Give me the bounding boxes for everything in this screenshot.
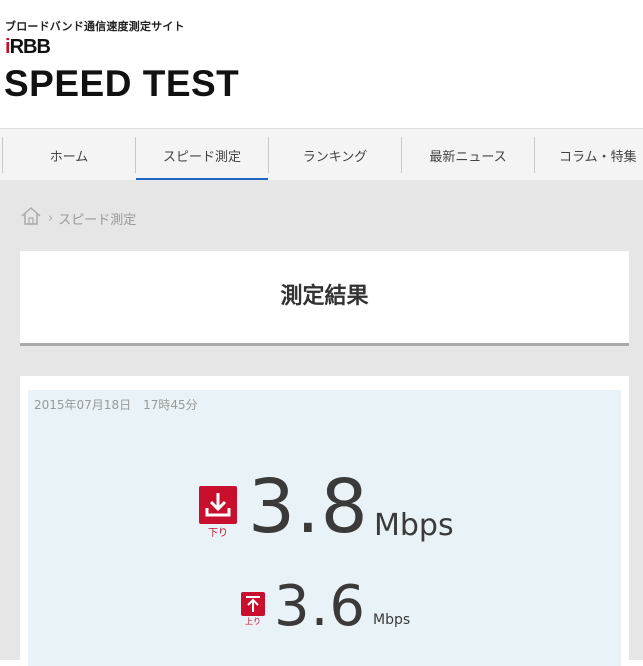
nav-item-home[interactable]: ホーム [3,129,135,181]
main-content: › スピード測定 測定結果 2015年07月18日 17時45分 下り 3.8 M [0,180,643,666]
upload-icon-label: 上り [245,617,261,626]
download-speed-unit: Mbps [374,508,454,543]
title-card: 測定結果 [20,251,629,346]
upload-speed-value: 3.6 [274,574,367,639]
download-result: 下り 3.8 Mbps [28,464,621,558]
breadcrumb-separator: › [48,210,54,226]
result-card: 2015年07月18日 17時45分 下り 3.8 Mbps 上り 3.6 Mb… [20,376,629,666]
breadcrumb: › スピード測定 [20,206,136,230]
rbb-logo[interactable]: iRBB [5,36,51,58]
download-speed-value: 3.8 [248,464,369,550]
rbb-logo-text: RBB [9,36,51,58]
download-icon-label: 下り [208,528,228,539]
site-tagline: ブロードバンド通信速度測定サイト [5,20,185,33]
download-icon [199,486,237,524]
nav-item-news[interactable]: 最新ニュース [402,129,534,181]
speed-test-logo[interactable]: SPEED TEST [4,64,239,104]
result-timestamp: 2015年07月18日 17時45分 [34,396,198,413]
breadcrumb-current: スピード測定 [58,212,137,228]
nav-item-columns[interactable]: コラム・特集 [535,129,643,181]
result-time: 17時45分 [143,398,198,412]
result-panel: 2015年07月18日 17時45分 下り 3.8 Mbps 上り 3.6 Mb… [28,390,621,666]
nav-item-speed-test[interactable]: スピード測定 [136,129,268,181]
page-title: 測定結果 [280,284,369,309]
upload-result: 上り 3.6 Mbps [28,572,621,642]
home-icon[interactable] [20,206,42,230]
site-header: ブロードバンド通信速度測定サイト iRBB SPEED TEST [0,0,643,128]
main-nav: ホーム スピード測定 ランキング 最新ニュース コラム・特集 [0,128,643,181]
upload-icon [241,592,265,616]
result-date: 2015年07月18日 [34,398,132,412]
upload-speed-unit: Mbps [373,612,411,628]
nav-item-ranking[interactable]: ランキング [269,129,401,181]
